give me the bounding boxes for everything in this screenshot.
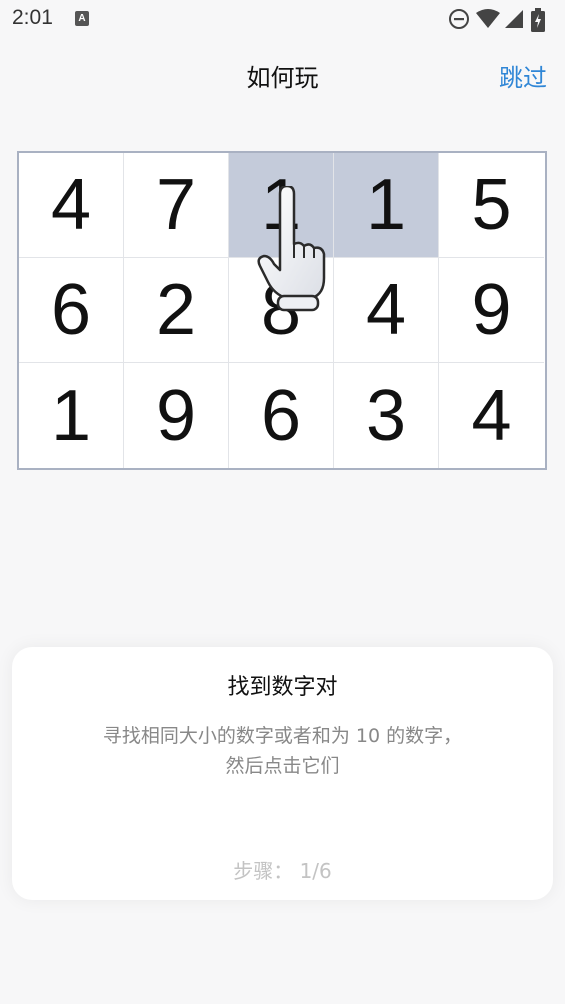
tutorial-description-line1: 寻找相同大小的数字或者和为 10 的数字，: [102, 725, 463, 747]
tutorial-title: 找到数字对: [227, 675, 338, 700]
do-not-disturb-icon: [449, 9, 469, 29]
grid-cell[interactable]: 1: [334, 153, 439, 258]
status-time: 2:01: [12, 6, 53, 29]
grid-cell[interactable]: 2: [124, 258, 229, 363]
grid-cell[interactable]: 9: [439, 258, 544, 363]
grid-cell[interactable]: 4: [439, 363, 544, 468]
skip-button[interactable]: 跳过: [499, 58, 547, 93]
grid-cell[interactable]: 4: [334, 258, 439, 363]
tutorial-description-line2: 然后点击它们: [225, 755, 340, 777]
grid-cell[interactable]: 1: [19, 363, 124, 468]
grid-cell[interactable]: 3: [334, 363, 439, 468]
pointing-hand-icon: [257, 186, 326, 312]
a-letter-icon: A: [75, 11, 89, 26]
battery-charging-icon: [531, 8, 545, 32]
status-bar: 2:01 A: [0, 0, 565, 40]
wifi-icon: [476, 9, 500, 28]
page-title: 如何玩: [246, 64, 319, 92]
grid-cell[interactable]: 9: [124, 363, 229, 468]
screen: 2:01 A 如何玩 跳过 471156284919634: [0, 0, 565, 1004]
grid-cell[interactable]: 5: [439, 153, 544, 258]
cell-signal-icon: [505, 10, 523, 28]
grid-cell[interactable]: 6: [19, 258, 124, 363]
grid-cell[interactable]: 4: [19, 153, 124, 258]
grid-cell[interactable]: 6: [229, 363, 334, 468]
header: 如何玩 跳过: [0, 48, 565, 98]
grid-cell[interactable]: 7: [124, 153, 229, 258]
tutorial-description: 寻找相同大小的数字或者和为 10 的数字， 然后点击它们: [52, 721, 513, 781]
tutorial-step: 步骤： 1/6: [233, 859, 332, 883]
tutorial-card: 找到数字对 寻找相同大小的数字或者和为 10 的数字， 然后点击它们 步骤： 1…: [12, 647, 553, 900]
